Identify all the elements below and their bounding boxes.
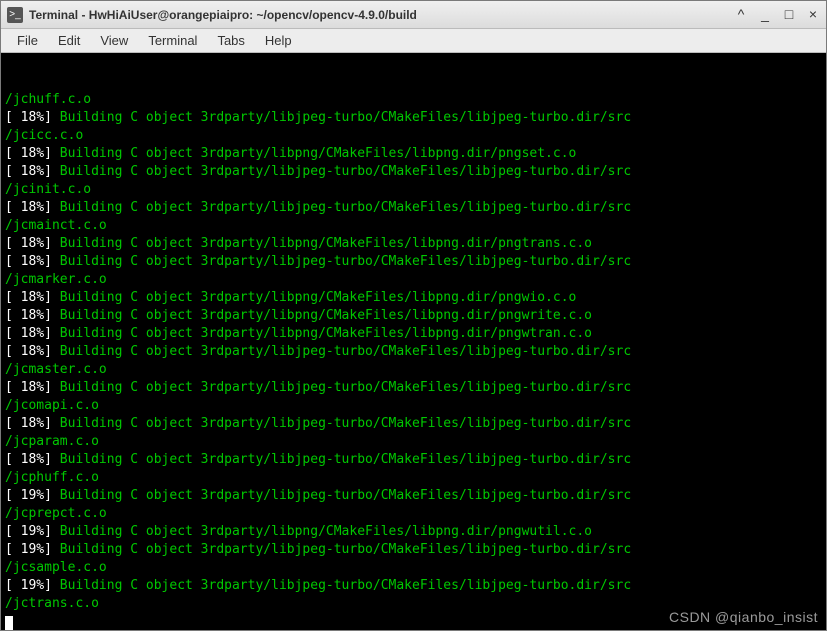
menu-tabs[interactable]: Tabs (207, 30, 254, 51)
titlebar[interactable]: >_ Terminal - HwHiAiUser@orangepiaipro: … (1, 1, 826, 29)
output-line: /jcmaster.c.o (5, 361, 822, 379)
output-line: [ 19%] Building C object 3rdparty/libpng… (5, 523, 822, 541)
output-line: /jchuff.c.o (5, 91, 822, 109)
rollup-button[interactable]: ^ (734, 8, 748, 22)
terminal-output[interactable]: /jchuff.c.o[ 18%] Building C object 3rdp… (1, 53, 826, 630)
output-line: /jcphuff.c.o (5, 469, 822, 487)
output-line: [ 18%] Building C object 3rdparty/libpng… (5, 289, 822, 307)
menu-edit[interactable]: Edit (48, 30, 90, 51)
output-line: [ 18%] Building C object 3rdparty/libpng… (5, 307, 822, 325)
output-line: /jcsample.c.o (5, 559, 822, 577)
output-line: [ 19%] Building C object 3rdparty/libjpe… (5, 541, 822, 559)
output-line: [ 18%] Building C object 3rdparty/libjpe… (5, 199, 822, 217)
output-line: [ 18%] Building C object 3rdparty/libjpe… (5, 451, 822, 469)
terminal-icon: >_ (7, 7, 23, 23)
output-line: [ 18%] Building C object 3rdparty/libpng… (5, 325, 822, 343)
output-line: [ 19%] Building C object 3rdparty/libjpe… (5, 487, 822, 505)
menu-terminal[interactable]: Terminal (138, 30, 207, 51)
output-line: [ 18%] Building C object 3rdparty/libjpe… (5, 343, 822, 361)
output-line: /jcinit.c.o (5, 181, 822, 199)
window-title: Terminal - HwHiAiUser@orangepiaipro: ~/o… (29, 8, 734, 22)
minimize-button[interactable]: _ (758, 8, 772, 22)
output-line: /jcmarker.c.o (5, 271, 822, 289)
output-line: [ 18%] Building C object 3rdparty/libjpe… (5, 109, 822, 127)
menu-help[interactable]: Help (255, 30, 302, 51)
output-line: /jcparam.c.o (5, 433, 822, 451)
window-buttons: ^ _ □ × (734, 8, 820, 22)
output-line: /jcomapi.c.o (5, 397, 822, 415)
output-line: /jcicc.c.o (5, 127, 822, 145)
output-line: /jcmainct.c.o (5, 217, 822, 235)
menubar: File Edit View Terminal Tabs Help (1, 29, 826, 53)
maximize-button[interactable]: □ (782, 8, 796, 22)
output-line: [ 18%] Building C object 3rdparty/libjpe… (5, 379, 822, 397)
close-button[interactable]: × (806, 8, 820, 22)
output-line: [ 18%] Building C object 3rdparty/libpng… (5, 235, 822, 253)
terminal-window: >_ Terminal - HwHiAiUser@orangepiaipro: … (0, 0, 827, 631)
output-line: [ 19%] Building C object 3rdparty/libjpe… (5, 577, 822, 595)
output-line: [ 18%] Building C object 3rdparty/libjpe… (5, 163, 822, 181)
menu-file[interactable]: File (7, 30, 48, 51)
cursor (5, 616, 13, 630)
watermark: CSDN @qianbo_insist (669, 608, 818, 626)
output-line: /jcprepct.c.o (5, 505, 822, 523)
output-line: [ 18%] Building C object 3rdparty/libjpe… (5, 253, 822, 271)
menu-view[interactable]: View (90, 30, 138, 51)
output-line: [ 18%] Building C object 3rdparty/libjpe… (5, 415, 822, 433)
output-line: [ 18%] Building C object 3rdparty/libpng… (5, 145, 822, 163)
